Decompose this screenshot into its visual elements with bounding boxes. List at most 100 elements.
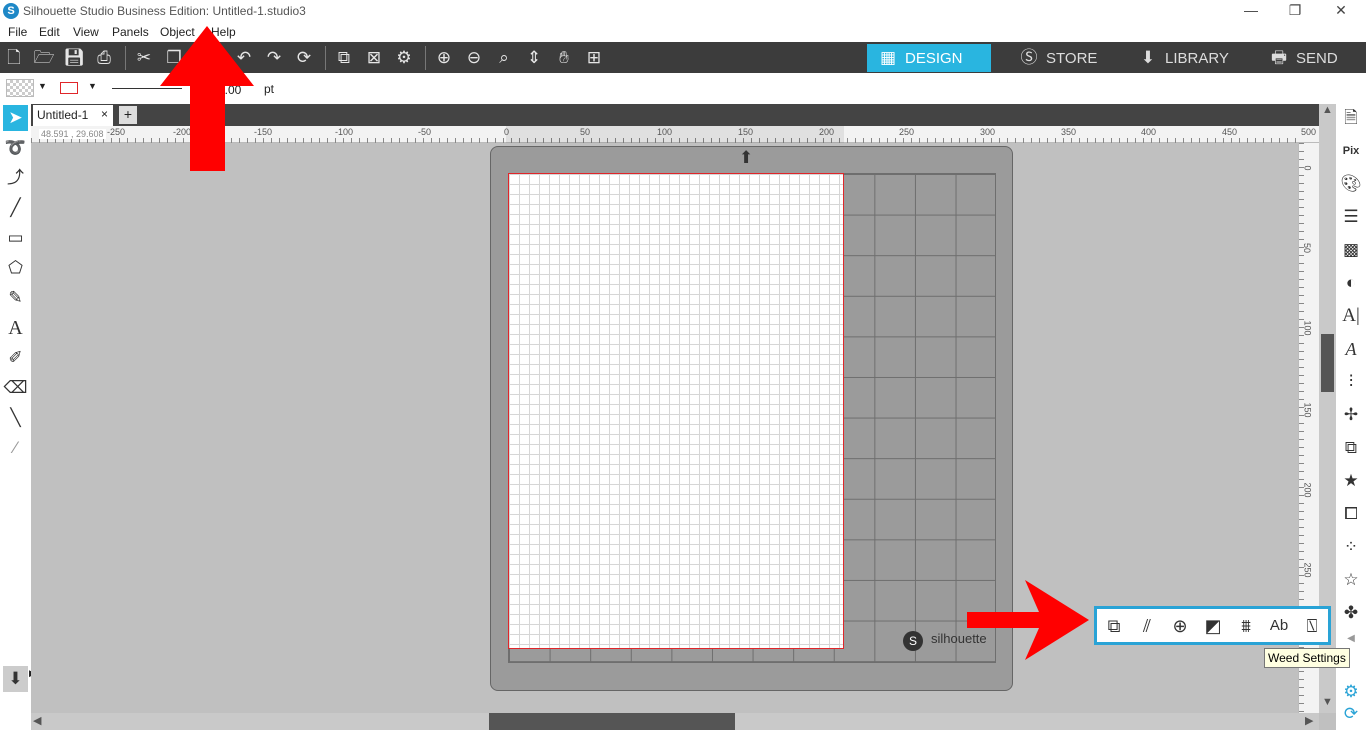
trace-dots-icon[interactable]: ⁘ xyxy=(1339,534,1363,560)
fill-palette-icon[interactable]: 🎨︎ xyxy=(1339,171,1363,197)
annotation-arrow-up xyxy=(160,26,254,171)
new-tab-button[interactable]: + xyxy=(119,106,137,124)
vertical-scroll-thumb[interactable] xyxy=(1321,334,1334,392)
text-tool-icon[interactable]: A xyxy=(3,315,28,341)
horizontal-scrollbar[interactable]: ◀ ▶ xyxy=(31,713,1319,730)
globe-grid-icon[interactable]: ⊕ xyxy=(1166,612,1194,640)
ruler-tick: 200 xyxy=(819,127,835,137)
transform-icon[interactable]: ✢ xyxy=(1339,402,1363,428)
menu-file[interactable]: File xyxy=(8,25,27,39)
redraw-icon[interactable]: ⟳ xyxy=(293,47,315,69)
pan-hand-icon[interactable]: ✋︎ xyxy=(553,47,575,69)
scroll-up-icon[interactable]: ▲ xyxy=(1322,104,1333,116)
title-bar: S Silhouette Studio Business Edition: Un… xyxy=(0,0,1366,22)
weed-icon[interactable]: ⍂ xyxy=(1298,612,1326,640)
eyedropper-tool-icon[interactable]: ⁄ xyxy=(3,435,28,461)
favorite-star-icon[interactable]: ☆ xyxy=(1339,567,1363,593)
pencil-tool-icon[interactable]: ✎ xyxy=(3,285,28,311)
ruler-tick: 350 xyxy=(1061,127,1077,137)
close-button[interactable]: ✕ xyxy=(1318,0,1364,22)
ungroup-icon[interactable]: ⊠ xyxy=(363,47,385,69)
align-icon[interactable]: ⫶ xyxy=(1339,369,1363,395)
ruler-tick: 100 xyxy=(1302,320,1313,336)
tab-design[interactable]: ▦ DESIGN xyxy=(867,44,991,72)
open-folder-icon[interactable]: 🗁 xyxy=(33,47,55,69)
zoom-fit-icon[interactable]: ⌕ xyxy=(493,47,515,69)
knife-tool-icon[interactable]: ╲ xyxy=(3,405,28,431)
line-style-icon[interactable]: ☰ xyxy=(1339,204,1363,230)
redo-icon[interactable]: ↷ xyxy=(263,47,285,69)
zoom-in-icon[interactable]: ⊕ xyxy=(433,47,455,69)
page-setup-icon[interactable]: 🗎 xyxy=(1339,105,1363,131)
move-page-icon[interactable]: ⇕ xyxy=(523,47,545,69)
tab-send[interactable]: 🖶︎ SEND xyxy=(1258,44,1366,72)
text-style-icon[interactable]: A| xyxy=(1339,303,1363,329)
line-tool-icon[interactable]: ╱ xyxy=(3,195,28,221)
offset-icon[interactable]: ⧠ xyxy=(1339,501,1363,527)
ruler-tick: -50 xyxy=(418,127,432,137)
tab-store[interactable]: Ⓢ STORE xyxy=(1008,44,1118,72)
store-s-icon: Ⓢ xyxy=(1020,48,1038,67)
plugin-puzzle-icon[interactable]: ✤ xyxy=(1339,600,1363,626)
lasso-tool-icon[interactable]: ➰ xyxy=(3,135,28,161)
fill-pattern-icon[interactable]: ▩ xyxy=(1339,237,1363,263)
maximize-button[interactable]: ❐ xyxy=(1272,0,1318,22)
warp-icon[interactable]: ⩩ xyxy=(1232,612,1260,640)
minimize-button[interactable]: — xyxy=(1228,0,1274,22)
ruler-tick: 150 xyxy=(1302,402,1313,418)
ruler-tick: 50 xyxy=(1302,242,1313,254)
window-title: Silhouette Studio Business Edition: Unti… xyxy=(23,4,306,18)
design-page[interactable] xyxy=(508,173,844,649)
annotation-arrow-right xyxy=(967,580,1089,660)
horizontal-scroll-thumb[interactable] xyxy=(489,713,735,730)
select-tool-icon[interactable]: ➤ xyxy=(3,105,28,131)
polygon-tool-icon[interactable]: ⬠ xyxy=(3,255,28,281)
line-color-dropdown-icon[interactable]: ▼ xyxy=(88,81,97,91)
scroll-left-icon[interactable]: ◀ xyxy=(33,714,41,727)
close-tab-icon[interactable]: × xyxy=(101,107,108,121)
compound-icon[interactable]: ⚙ xyxy=(393,47,415,69)
floating-toolbar: ⧉ ⫽ ⊕ ◩ ⩩ Ab ⍂ xyxy=(1094,606,1331,645)
hatch-icon[interactable]: ⫽ xyxy=(1133,612,1161,640)
sync-icon[interactable]: ⟳ xyxy=(1339,701,1363,727)
ruler-tick: -250 xyxy=(107,127,126,137)
offset-shape-icon[interactable]: ◩ xyxy=(1199,612,1227,640)
edit-points-icon[interactable]: ⤴ xyxy=(3,165,28,191)
menu-edit[interactable]: Edit xyxy=(39,25,60,39)
text-ab-icon[interactable]: Ab xyxy=(1265,612,1293,640)
library-drawer-icon[interactable]: ⬇ xyxy=(3,666,28,692)
ruler-tick: 250 xyxy=(899,127,915,137)
rectangle-tool-icon[interactable]: ▭ xyxy=(3,225,28,251)
scroll-down-icon[interactable]: ▼ xyxy=(1322,696,1333,708)
new-document-icon[interactable]: 🗋 xyxy=(3,47,25,69)
fit-page-icon[interactable]: ⊞ xyxy=(583,47,605,69)
print-icon[interactable]: ⎙ xyxy=(93,47,115,69)
scroll-right-icon[interactable]: ▶ xyxy=(1305,714,1313,727)
sketch-tool-icon[interactable]: ✐ xyxy=(3,345,28,371)
grid-icon: ▦ xyxy=(879,48,897,67)
cursor-coordinates: 48.591 , 29.608 xyxy=(39,129,106,139)
menu-panels[interactable]: Panels xyxy=(112,25,149,39)
replicate-star-icon[interactable]: ★ xyxy=(1339,468,1363,494)
ruler-tick: 400 xyxy=(1141,127,1157,137)
line-color-swatch[interactable] xyxy=(60,82,78,94)
contrast-icon[interactable]: ◐ xyxy=(1339,270,1363,296)
group-icon[interactable]: ⧉ xyxy=(333,47,355,69)
cut-icon[interactable]: ✂ xyxy=(133,47,155,69)
modify-icon[interactable]: ⧉ xyxy=(1339,435,1363,461)
menu-view[interactable]: View xyxy=(73,25,99,39)
ruler-tick: 50 xyxy=(580,127,591,137)
layers-icon[interactable]: ⧉ xyxy=(1100,612,1128,640)
fill-dropdown-icon[interactable]: ▼ xyxy=(38,81,47,91)
ruler-tick: -100 xyxy=(335,127,354,137)
zoom-out-icon[interactable]: ⊖ xyxy=(463,47,485,69)
fill-color-swatch[interactable] xyxy=(6,79,34,97)
ruler-tick: 150 xyxy=(738,127,754,137)
font-icon[interactable]: A xyxy=(1339,336,1363,362)
eraser-tool-icon[interactable]: ⌫ xyxy=(3,375,28,401)
ruler-tick: -150 xyxy=(254,127,273,137)
tab-library[interactable]: ⬇ LIBRARY xyxy=(1127,44,1239,72)
save-icon[interactable]: 💾︎ xyxy=(63,47,85,69)
pixscan-icon[interactable]: Pix xyxy=(1339,138,1363,164)
feed-direction-icon: ⬆ xyxy=(739,148,754,167)
